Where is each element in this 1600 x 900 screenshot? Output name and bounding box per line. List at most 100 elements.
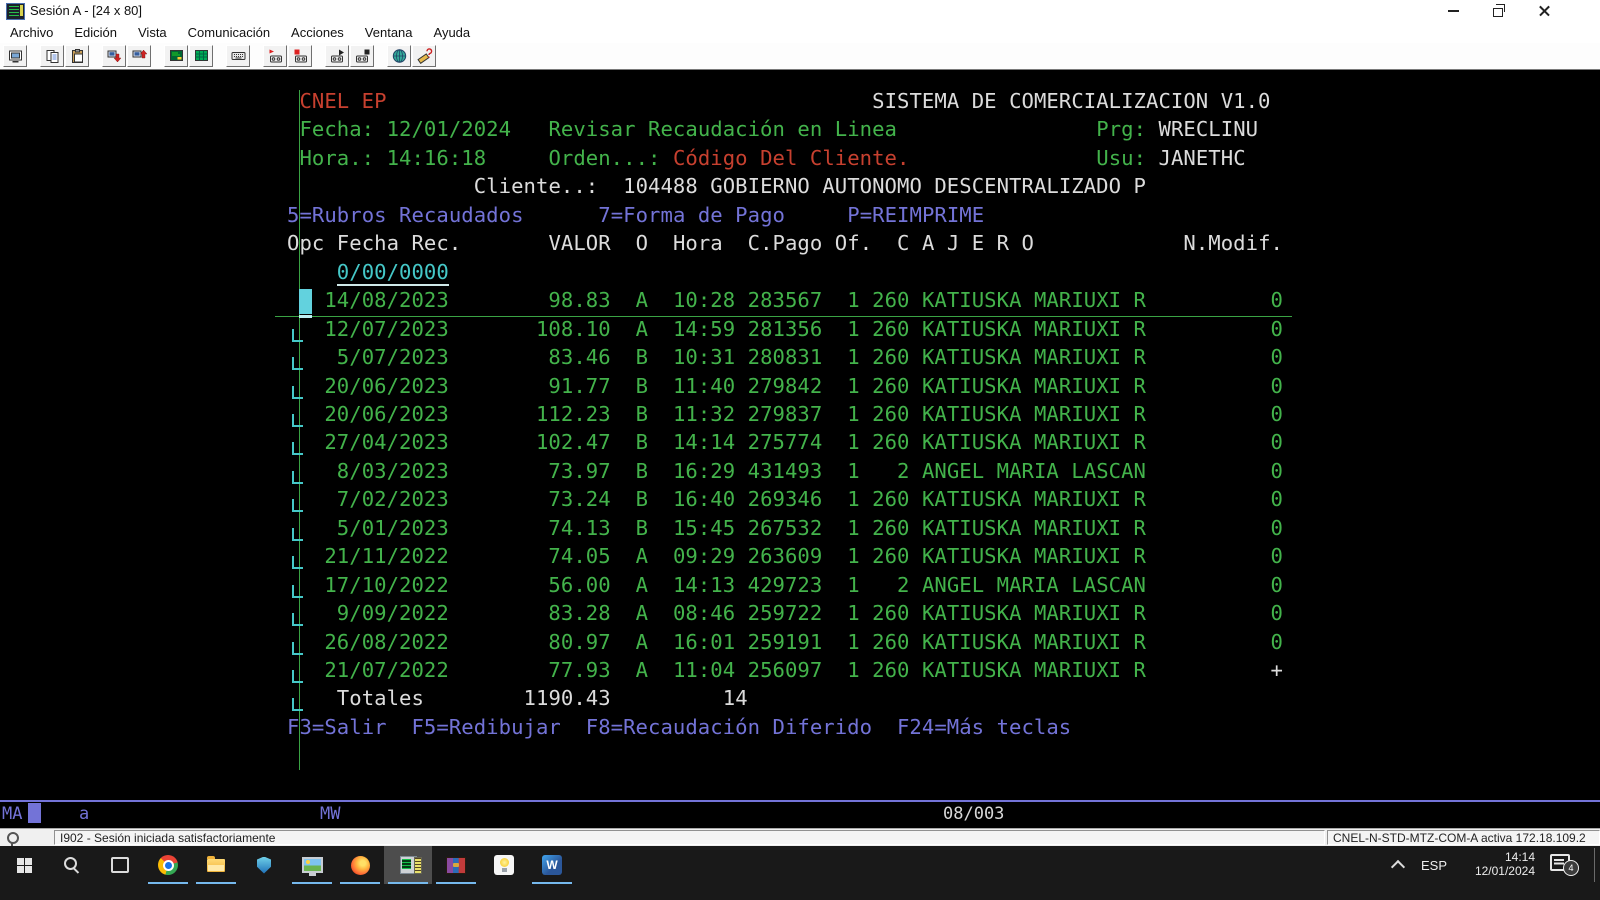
taskbar-start[interactable] <box>0 846 48 884</box>
taskbar-apps: W <box>0 846 576 884</box>
menu-acciones[interactable]: Acciones <box>291 25 344 40</box>
opc-input-field[interactable] <box>292 414 303 427</box>
taskbar-ideas-app[interactable] <box>480 846 528 884</box>
table-cell-cajero: KATIUSKA MARIUXI R <box>922 288 1146 312</box>
table-cell-hora: 10:28 <box>673 288 735 312</box>
taskbar-chrome[interactable] <box>144 846 192 884</box>
table-cell-o: B <box>636 374 648 398</box>
record-macro-icon <box>267 48 284 64</box>
table-cell-o: B <box>636 516 648 540</box>
app-status-bar: I902 - Sesión iniciada satisfactoriament… <box>0 828 1600 846</box>
table-cell-valor: 74.05 <box>449 544 611 568</box>
close-button[interactable] <box>1528 0 1560 22</box>
opc-input-field[interactable] <box>292 613 303 626</box>
opc-input-field[interactable] <box>292 698 303 711</box>
table-cell-cajero: KATIUSKA MARIUXI R <box>922 544 1146 568</box>
screen-text: Cliente..: <box>474 174 599 198</box>
start-icon <box>17 858 24 865</box>
stop-record-button[interactable] <box>288 45 312 67</box>
taskbar-photo-viewer[interactable] <box>288 846 336 884</box>
oia-system-indicator: MA <box>2 804 22 824</box>
play-macro-button[interactable] <box>325 45 349 67</box>
table-cell-oficina: 1 <box>847 516 859 540</box>
opc-input-field[interactable] <box>292 642 303 655</box>
record-macro-button[interactable] <box>263 45 287 67</box>
file-explorer-icon <box>207 859 225 872</box>
opc-input-field[interactable] <box>292 386 303 399</box>
table-cell-nmodif: 0 <box>1271 630 1283 654</box>
opc-input-field[interactable] <box>292 528 303 541</box>
table-cell-cajero: ANGEL MARIA LASCAN <box>922 459 1146 483</box>
opc-input-field[interactable] <box>292 585 303 598</box>
screen-text: C A J E R O <box>897 231 1034 255</box>
table-cell-nmodif: 0 <box>1271 516 1283 540</box>
screen-text: SISTEMA DE COMERCIALIZACION V1.0 <box>872 89 1270 113</box>
menu-ventana[interactable]: Ventana <box>365 25 413 40</box>
screen-text: Usu: <box>1096 146 1146 170</box>
table-cell-oficina: 1 <box>847 345 859 369</box>
taskbar-task-view[interactable] <box>96 846 144 884</box>
menu-edicion[interactable]: Edición <box>74 25 117 40</box>
copy-button[interactable] <box>40 45 64 67</box>
screen-text: JANETHC <box>1159 146 1246 170</box>
taskbar-file-explorer[interactable] <box>192 846 240 884</box>
opc-input-field[interactable] <box>292 329 303 342</box>
table-cell-oficina: 1 <box>847 658 859 682</box>
table-cell-oficina: 1 <box>847 430 859 454</box>
table-cell-fecha: 9/09/2022 <box>324 601 449 625</box>
table-cell-caja: 260 <box>872 430 909 454</box>
table-cell-valor: 108.10 <box>449 317 611 341</box>
paste-button[interactable] <box>65 45 89 67</box>
connection-status: CNEL-N-STD-MTZ-COM-A activa 172.18.109.2 <box>1327 830 1600 845</box>
table-cell-cajero: KATIUSKA MARIUXI R <box>922 658 1146 682</box>
screen-text: N.Modif. <box>1183 231 1283 255</box>
table-cell-caja: 260 <box>872 317 909 341</box>
table-cell-cpago: 429723 <box>748 573 823 597</box>
stop-record-icon <box>292 48 309 64</box>
opc-input-field[interactable] <box>292 442 303 455</box>
taskbar-word[interactable]: W <box>528 846 576 884</box>
screen-size-button[interactable] <box>3 45 27 67</box>
tray-chevron-icon[interactable] <box>1391 860 1405 874</box>
screen-text: 14 <box>723 686 748 710</box>
opc-input-field[interactable] <box>292 556 303 569</box>
opc-input-field[interactable] <box>292 357 303 370</box>
taskbar-terminal-session[interactable] <box>384 846 432 884</box>
table-cell-cpago: 267532 <box>748 516 823 540</box>
menu-comunicacion[interactable]: Comunicación <box>188 25 270 40</box>
color-setup-button[interactable] <box>189 45 213 67</box>
taskbar-winrar[interactable] <box>432 846 480 884</box>
table-cell-o: A <box>636 544 648 568</box>
menu-ayuda[interactable]: Ayuda <box>434 25 471 40</box>
menu-archivo[interactable]: Archivo <box>10 25 53 40</box>
screen-text: Hora.: 14:16:18 <box>299 146 486 170</box>
table-cell-hora: 08:46 <box>673 601 735 625</box>
table-cell-hora: 16:40 <box>673 487 735 511</box>
show-desktop-divider[interactable] <box>1594 848 1595 882</box>
opc-input-field[interactable] <box>292 471 303 484</box>
receive-file-button[interactable] <box>127 45 151 67</box>
table-cell-o: A <box>636 601 648 625</box>
display-setup-button[interactable] <box>164 45 188 67</box>
connect-globe-button[interactable] <box>387 45 411 67</box>
language-indicator[interactable]: ESP <box>1421 858 1447 873</box>
restore-button[interactable] <box>1482 0 1514 22</box>
table-cell-hora: 11:04 <box>673 658 735 682</box>
opc-input-field[interactable] <box>292 499 303 512</box>
table-cell-oficina: 1 <box>847 459 859 483</box>
help-pad-button[interactable] <box>412 45 436 67</box>
stop-play-button[interactable] <box>350 45 374 67</box>
minimize-button[interactable] <box>1437 0 1469 22</box>
screen-text: 5=Rubros Recaudados <box>287 203 524 227</box>
taskbar-firefox[interactable] <box>336 846 384 884</box>
table-cell-oficina: 1 <box>847 630 859 654</box>
table-cell-caja: 260 <box>872 630 909 654</box>
opc-input-field[interactable] <box>292 670 303 683</box>
taskbar-security-shield[interactable] <box>240 846 288 884</box>
menu-vista[interactable]: Vista <box>138 25 167 40</box>
send-file-button[interactable] <box>102 45 126 67</box>
window-title: Sesión A - [24 x 80] <box>30 3 142 18</box>
clock[interactable]: 14:14 12/01/2024 <box>1455 850 1535 878</box>
taskbar-search[interactable] <box>48 846 96 884</box>
keyboard-setup-button[interactable] <box>226 45 250 67</box>
